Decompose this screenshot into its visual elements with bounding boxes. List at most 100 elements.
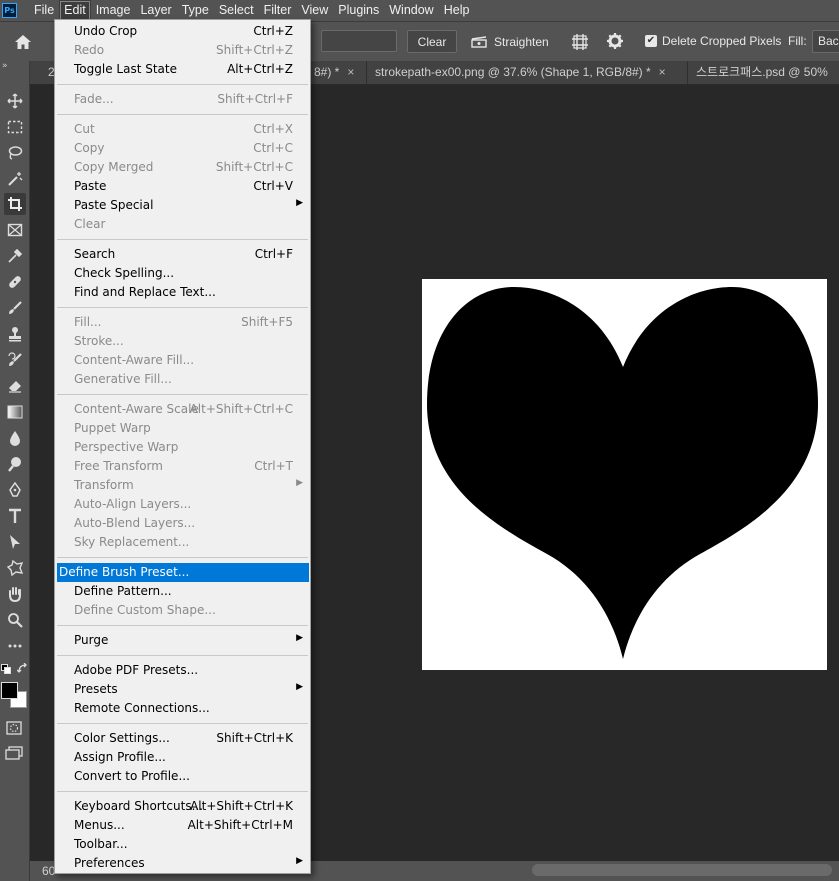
crop-tool[interactable] <box>4 193 26 215</box>
lasso-tool[interactable] <box>4 142 26 164</box>
menu-item-undo-crop[interactable]: Undo Crop Ctrl+Z <box>57 22 308 41</box>
home-button[interactable] <box>8 30 38 54</box>
menu-item-label: Puppet Warp <box>74 421 151 435</box>
tab-document-2[interactable]: 8#) * × <box>305 61 367 84</box>
brush-tool[interactable] <box>4 297 26 319</box>
straighten-label: Straighten <box>494 35 549 49</box>
menu-item-paste[interactable]: Paste Ctrl+V <box>57 177 308 196</box>
menu-window[interactable]: Window <box>384 0 438 21</box>
gear-icon[interactable] <box>606 32 624 50</box>
menu-item-define-brush-preset[interactable]: Define Brush Preset... <box>57 563 309 582</box>
menu-item-paste-special[interactable]: Paste Special ▶ <box>57 196 308 215</box>
menu-item-purge[interactable]: Purge ▶ <box>57 631 308 650</box>
menu-item-define-pattern[interactable]: Define Pattern... <box>57 582 308 601</box>
type-tool[interactable] <box>4 505 26 527</box>
menu-view[interactable]: View <box>296 0 333 21</box>
stamp-tool[interactable] <box>4 323 26 345</box>
foreground-color-swatch[interactable] <box>1 682 18 699</box>
menu-item-shortcut: Ctrl+F <box>254 247 293 261</box>
zoom-tool[interactable] <box>4 609 26 631</box>
tab-label: 스트로크패스.psd @ 50% <box>696 65 828 79</box>
submenu-arrow-icon: ▶ <box>296 478 303 488</box>
edit-menu: Undo Crop Ctrl+Z Redo Shift+Ctrl+Z Toggle La… <box>54 19 311 874</box>
straighten-icon <box>471 36 487 48</box>
eyedropper-tool[interactable] <box>4 245 26 267</box>
menu-item-adobe-pdf-presets[interactable]: Adobe PDF Presets... <box>57 661 308 680</box>
menu-item-color-settings[interactable]: Color Settings... Shift+Ctrl+K <box>57 729 308 748</box>
menu-item-label: Generative Fill... <box>74 372 172 386</box>
dodge-tool[interactable] <box>4 453 26 475</box>
menu-item-shortcut: Ctrl+V <box>253 179 293 193</box>
menu-item-convert-to-profile[interactable]: Convert to Profile... <box>57 767 308 786</box>
menu-item-generative-fill: Generative Fill... <box>57 370 308 389</box>
menu-separator <box>57 84 308 85</box>
menu-item-assign-profile[interactable]: Assign Profile... <box>57 748 308 767</box>
submenu-arrow-icon: ▶ <box>296 198 303 208</box>
tab-stroke-path-psd[interactable]: 스트로크패스.psd @ 50% <box>688 61 839 84</box>
document-canvas[interactable] <box>422 279 827 670</box>
menu-plugins[interactable]: Plugins <box>333 0 384 21</box>
path-selection-tool[interactable] <box>4 531 26 553</box>
menu-edit[interactable]: Edit <box>59 0 91 21</box>
gradient-tool[interactable] <box>4 401 26 423</box>
default-colors-icon[interactable] <box>1 664 11 674</box>
clear-button[interactable]: Clear <box>407 30 457 53</box>
menu-image[interactable]: Image <box>91 0 136 21</box>
menu-item-check-spelling[interactable]: Check Spelling... <box>57 264 308 283</box>
tab-close-icon[interactable]: × <box>347 65 354 79</box>
collapse-panel-icon[interactable]: » <box>2 61 8 71</box>
menu-item-label: Define Pattern... <box>74 584 172 598</box>
move-tool[interactable] <box>4 90 26 112</box>
more-tools[interactable] <box>4 635 26 657</box>
menu-help[interactable]: Help <box>439 0 475 21</box>
menu-item-presets[interactable]: Presets ▶ <box>57 680 308 699</box>
healing-brush-tool-icon <box>9 276 21 288</box>
horizontal-scrollbar[interactable] <box>532 864 832 876</box>
hand-tool[interactable] <box>4 583 26 605</box>
blur-tool[interactable] <box>4 427 26 449</box>
frame-tool[interactable] <box>4 219 26 241</box>
straighten-button[interactable]: Straighten <box>470 32 549 52</box>
menu-item-keyboard-shortcuts[interactable]: Keyboard Shortcuts... Alt+Shift+Ctrl+K <box>57 797 308 816</box>
menu-item-label: Preferences <box>74 856 145 870</box>
menu-filter[interactable]: Filter <box>259 0 297 21</box>
marquee-tool[interactable] <box>4 116 26 138</box>
shape-tool[interactable] <box>4 557 26 579</box>
menu-layer[interactable]: Layer <box>135 0 176 21</box>
tab-strokepath-ex00[interactable]: strokepath-ex00.png @ 37.6% (Shape 1, RG… <box>367 61 688 84</box>
menu-file[interactable]: File <box>29 0 59 21</box>
eraser-tool[interactable] <box>4 375 26 397</box>
menu-item-search[interactable]: Search Ctrl+F <box>57 245 308 264</box>
menu-separator <box>57 114 308 115</box>
tab-close-icon[interactable]: × <box>659 65 666 79</box>
menu-item-menus[interactable]: Menus... Alt+Shift+Ctrl+M <box>57 816 308 835</box>
menu-item-label: Content-Aware Fill... <box>74 353 195 367</box>
grid-overlay-icon[interactable] <box>571 33 589 51</box>
menu-item-remote-connections[interactable]: Remote Connections... <box>57 699 308 718</box>
screen-mode-icon[interactable] <box>5 746 23 760</box>
menu-item-label: Undo Crop <box>74 24 138 38</box>
menu-separator <box>57 239 308 240</box>
menu-item-label: Redo <box>74 43 105 57</box>
quick-mask-icon[interactable] <box>6 721 22 735</box>
menu-item-label: Free Transform <box>74 459 163 473</box>
menu-item-toggle-last-state[interactable]: Toggle Last State Alt+Ctrl+Z <box>57 60 308 79</box>
healing-brush-tool[interactable] <box>4 271 26 293</box>
crop-ratio-input[interactable] <box>321 30 397 52</box>
pen-tool[interactable] <box>4 479 26 501</box>
swap-colors-icon[interactable] <box>17 663 29 675</box>
magic-wand-tool[interactable] <box>4 168 26 190</box>
delete-cropped-pixels-checkbox[interactable]: ✔ Delete Cropped Pixels <box>645 34 781 48</box>
menu-item-label: Toolbar... <box>74 837 128 851</box>
menu-item-label: Define Brush Preset... <box>59 565 190 579</box>
history-brush-tool[interactable] <box>4 349 26 371</box>
menu-item-toolbar[interactable]: Toolbar... <box>57 835 308 854</box>
fill-select[interactable]: Background <box>812 30 839 53</box>
tab-label: strokepath-ex00.png @ 37.6% (Shape 1, RG… <box>375 65 651 79</box>
menu-item-find-and-replace-text[interactable]: Find and Replace Text... <box>57 283 308 302</box>
menu-select[interactable]: Select <box>214 0 259 21</box>
menu-item-preferences[interactable]: Preferences ▶ <box>57 854 308 873</box>
menu-type[interactable]: Type <box>177 0 214 21</box>
photoshop-logo-icon: Ps <box>2 3 17 18</box>
delete-cropped-pixels-label: Delete Cropped Pixels <box>662 34 782 48</box>
